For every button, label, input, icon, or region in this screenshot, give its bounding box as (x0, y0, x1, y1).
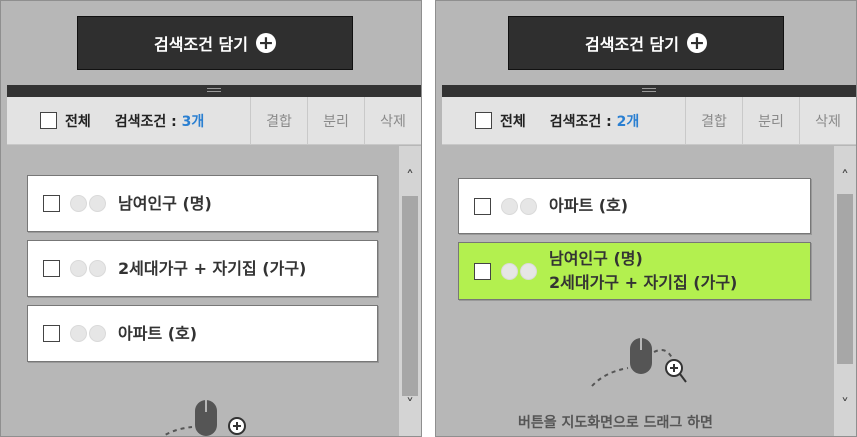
list-item-label: 아파트 (호) (549, 196, 629, 215)
toolbar-buttons: 결합 분리 삭제 (685, 96, 856, 145)
select-all-label: 전체 (500, 113, 526, 130)
panel-divider-handle[interactable] (442, 85, 856, 97)
condition-count-label: 검색조건 : 3개 (115, 111, 205, 131)
condition-count-prefix: 검색조건 : (549, 113, 617, 130)
checkbox-icon[interactable] (43, 325, 60, 342)
status-dots (70, 195, 106, 212)
list-item-label: 남여인구 (명) (118, 193, 212, 213)
plus-circle-icon: + (255, 33, 276, 53)
chevron-up-icon[interactable]: ˄ (399, 166, 421, 188)
checkbox-icon[interactable] (474, 262, 491, 280)
delete-button[interactable]: 삭제 (799, 96, 856, 145)
combined-label-line-2: 2세대가구 + 자기집 (가구) (549, 273, 738, 292)
right-panel: 검색조건 담기 + 전체 검색조건 : 2개 결합 분리 삭제 아파트 (호) … (435, 0, 857, 437)
status-dots (501, 197, 537, 215)
status-dots (70, 260, 106, 277)
grip-icon (642, 88, 656, 89)
chevron-up-icon[interactable]: ˄ (834, 166, 856, 188)
select-all-checkbox[interactable]: 전체 (40, 111, 91, 131)
select-all-label: 전체 (65, 113, 91, 130)
condition-list: 남여인구 (명) 2세대가구 + 자기집 (가구) 아파트 (호) (7, 146, 399, 436)
grip-icon (207, 88, 221, 89)
plus-circle-icon: + (686, 33, 707, 53)
combine-button[interactable]: 결합 (250, 96, 307, 145)
list-item[interactable]: 2세대가구 + 자기집 (가구) (27, 240, 378, 297)
status-dots (501, 262, 537, 280)
scrollbar[interactable]: ˄ ˅ (834, 146, 856, 436)
toolbar-buttons: 결합 분리 삭제 (250, 96, 421, 145)
condition-count-value: 3개 (181, 113, 205, 130)
checkbox-icon[interactable] (475, 112, 492, 129)
condition-count-value: 2개 (616, 113, 640, 130)
chevron-down-icon[interactable]: ˅ (399, 394, 421, 416)
scroll-thumb[interactable] (402, 196, 418, 396)
condition-toolbar: 전체 검색조건 : 2개 결합 분리 삭제 (442, 96, 856, 145)
combined-list-item[interactable]: 남여인구 (명) 2세대가구 + 자기집 (가구) (458, 242, 811, 300)
chevron-down-icon[interactable]: ˅ (834, 394, 856, 416)
add-search-condition-button[interactable]: 검색조건 담기 + (508, 16, 784, 70)
checkbox-icon[interactable] (43, 260, 60, 277)
panel-divider-handle[interactable] (7, 85, 421, 97)
combine-button[interactable]: 결합 (685, 96, 742, 145)
scrollbar[interactable]: ˄ ˅ (399, 146, 421, 436)
list-item-label: 2세대가구 + 자기집 (가구) (118, 258, 307, 278)
separate-button[interactable]: 분리 (742, 96, 799, 145)
list-item[interactable]: 남여인구 (명) (27, 175, 378, 232)
list-item[interactable]: 아파트 (호) (458, 178, 811, 234)
checkbox-icon[interactable] (43, 195, 60, 212)
status-dots (70, 325, 106, 342)
scroll-thumb[interactable] (837, 194, 853, 364)
checkbox-icon[interactable] (40, 112, 57, 129)
list-item-label: 남여인구 (명) 2세대가구 + 자기집 (가구) (549, 247, 737, 295)
drag-hint-text: 버튼을 지도화면으로 드래그 하면 (518, 415, 713, 431)
checkbox-icon[interactable] (474, 197, 491, 215)
add-button-label: 검색조건 담기 (585, 35, 679, 54)
delete-button[interactable]: 삭제 (364, 96, 421, 145)
list-item-label: 아파트 (호) (118, 323, 198, 343)
condition-count-label: 검색조건 : 2개 (550, 111, 640, 131)
left-panel: 검색조건 담기 + 전체 검색조건 : 3개 결합 분리 삭제 남여인구 (명)… (0, 0, 422, 437)
condition-count-prefix: 검색조건 : (114, 113, 182, 130)
add-search-condition-button[interactable]: 검색조건 담기 + (77, 16, 353, 70)
combined-label-line-1: 남여인구 (명) (549, 249, 643, 268)
condition-list: 아파트 (호) 남여인구 (명) 2세대가구 + 자기집 (가구) 버튼을 지도… (442, 146, 834, 436)
mouse-drag-icon (591, 338, 687, 387)
list-item[interactable]: 아파트 (호) (27, 305, 378, 362)
mouse-drag-icon (161, 400, 246, 436)
condition-toolbar: 전체 검색조건 : 3개 결합 분리 삭제 (7, 96, 421, 145)
select-all-checkbox[interactable]: 전체 (475, 111, 526, 131)
separate-button[interactable]: 분리 (307, 96, 364, 145)
add-button-label: 검색조건 담기 (154, 35, 248, 54)
